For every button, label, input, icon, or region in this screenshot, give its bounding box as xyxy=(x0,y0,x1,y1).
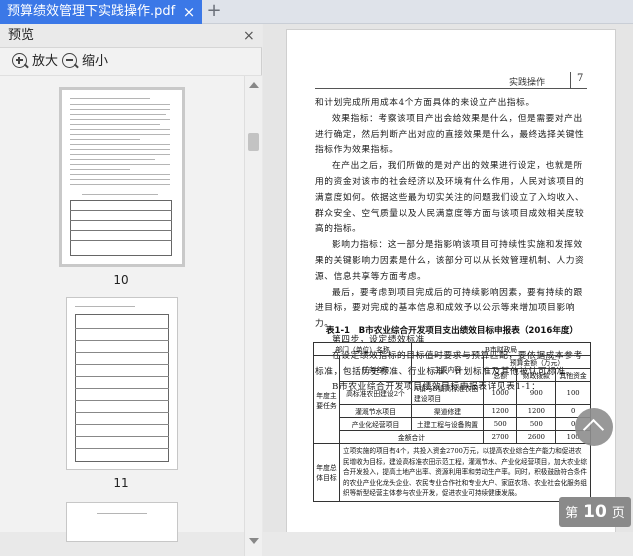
table-header-cell: 其他资金 xyxy=(555,368,591,382)
page-indicator-prefix: 第 xyxy=(565,506,579,521)
back-to-top-button[interactable] xyxy=(575,408,613,446)
table-cell: 渠道修建 xyxy=(411,404,484,418)
table-row: 产业化经营项目 土建工程与设备购置 500 500 0 xyxy=(314,417,591,431)
zoom-out-button[interactable]: 缩小 xyxy=(62,52,108,72)
table-cell: 产业化经营项目 xyxy=(339,417,412,431)
zoom-in-label: 放大 xyxy=(32,54,59,69)
page-indicator: 第 10 页 xyxy=(559,497,631,527)
scroll-up-icon[interactable] xyxy=(249,82,259,88)
page-header: 实践操作 xyxy=(509,78,546,88)
page-indicator-suffix: 页 xyxy=(611,506,625,521)
preview-sidebar: 预览 × 放大 缩小 10 11 xyxy=(0,24,262,556)
table-header-cell: 主要内容 xyxy=(411,355,484,382)
table-header-cell: 总额 xyxy=(482,368,518,382)
table-cell: 高标准农田建设2个 xyxy=(339,381,412,405)
page-number: 7 xyxy=(577,73,584,84)
table-cell: 土建工程与设备购置 xyxy=(411,417,484,431)
table-cell: B市财政局 xyxy=(411,342,591,356)
paragraph: 影响力指标：这一部分是指影响该项目可持续性实施和发挥效果的关键影响力因素是什么，… xyxy=(315,240,585,282)
sidebar-title: 预览 xyxy=(8,28,35,43)
close-tab-icon[interactable]: × xyxy=(181,0,197,24)
pdf-page: 实践操作 7 和计划完成所用成本4个方面具体的来设立产出指标。 效果指标：考察该… xyxy=(286,29,616,532)
table-row: 年度总体目标 立项实施的项目有4个，共投入资金2700万元，以提高农业综合生产能… xyxy=(313,443,591,502)
table-cell: 1000 xyxy=(482,381,518,405)
zoom-in-icon xyxy=(12,53,29,69)
table-cell: 500 xyxy=(516,417,557,431)
table-cell: 金额合计 xyxy=(339,430,484,444)
thumbnail-page-12[interactable] xyxy=(66,502,178,542)
paragraph: 和计划完成所用成本4个方面具体的来设立产出指标。 xyxy=(315,98,535,108)
table-cell: 1200 xyxy=(482,404,518,418)
table-header-cell: 财政拨款 xyxy=(516,368,557,382)
new-tab-icon[interactable]: + xyxy=(205,0,223,24)
table-row: 高标准农田建设2个 A镇与B镇高标准农田建设项目 1000 900 100 xyxy=(314,381,591,405)
tab-bar: 预算绩效管理下实践操作.pdf × + xyxy=(0,0,633,24)
paragraph: 效果指标：考察该项目产出会给效果是什么，但是需要对产出进行确定，然后判断产出对应… xyxy=(315,113,585,156)
zoom-in-button[interactable]: 放大 xyxy=(12,52,58,72)
zoom-out-icon xyxy=(62,53,79,69)
scroll-down-icon[interactable] xyxy=(249,538,259,544)
table-cell: 年度主要任务 xyxy=(313,355,340,444)
table-cell: 2600 xyxy=(516,430,557,444)
thumbnail-label-11: 11 xyxy=(113,476,129,490)
thumbnail-label-10: 10 xyxy=(113,273,129,287)
document-tab[interactable]: 预算绩效管理下实践操作.pdf xyxy=(0,0,202,24)
thumbnail-page-10[interactable] xyxy=(59,87,185,267)
table-cell: 2700 xyxy=(482,430,518,444)
table-cell: 500 xyxy=(482,417,518,431)
performance-table: 部门（单位）名称 B市财政局 年度主要任务 任务名称 主要内容 预算金额（万元）… xyxy=(313,342,591,502)
sidebar-close-icon[interactable]: × xyxy=(243,24,255,48)
page-indicator-current: 10 xyxy=(583,502,607,522)
table-cell: 立项实施的项目有4个，共投入资金2700万元，以提高农业综合生产能力和促进农民增… xyxy=(339,443,591,502)
table-title: 表1-1 B市农业综合开发项目支出绩效目标申报表（2016年度） xyxy=(325,326,579,336)
table-cell: 100 xyxy=(555,381,591,405)
header-rule xyxy=(315,88,587,89)
zoom-toolbar: 放大 缩小 xyxy=(0,48,262,76)
document-viewer[interactable]: 实践操作 7 和计划完成所用成本4个方面具体的来设立产出指标。 效果指标：考察该… xyxy=(263,24,633,532)
table-header-cell: 预算金额（万元） xyxy=(483,355,591,369)
table-cell: 900 xyxy=(516,381,557,405)
sidebar-scrollbar[interactable] xyxy=(244,76,262,556)
table-cell: 年度总体目标 xyxy=(313,443,340,502)
table-header-cell: 任务名称 xyxy=(339,355,412,382)
sidebar-header: 预览 × xyxy=(0,24,262,48)
zoom-out-label: 缩小 xyxy=(82,54,109,69)
header-divider xyxy=(570,72,571,88)
table-cell: 灌溉节水项目 xyxy=(339,404,412,418)
table-row: 金额合计 2700 2600 100 xyxy=(314,430,591,444)
table-cell: A镇与B镇高标准农田建设项目 xyxy=(411,381,484,405)
scrollbar-thumb[interactable] xyxy=(248,133,259,151)
document-tab-title: 预算绩效管理下实践操作.pdf xyxy=(7,4,176,19)
paragraph: 在产出之后，我们所做的是对产出的效果进行设定，也就是所用的资金对该市的社会经济以… xyxy=(315,161,585,235)
table-cell: 部门（单位）名称 xyxy=(313,342,412,356)
thumbnail-page-11[interactable] xyxy=(66,297,178,470)
table-row: 灌溉节水项目 渠道修建 1200 1200 0 xyxy=(314,404,591,418)
table-cell: 1200 xyxy=(516,404,557,418)
